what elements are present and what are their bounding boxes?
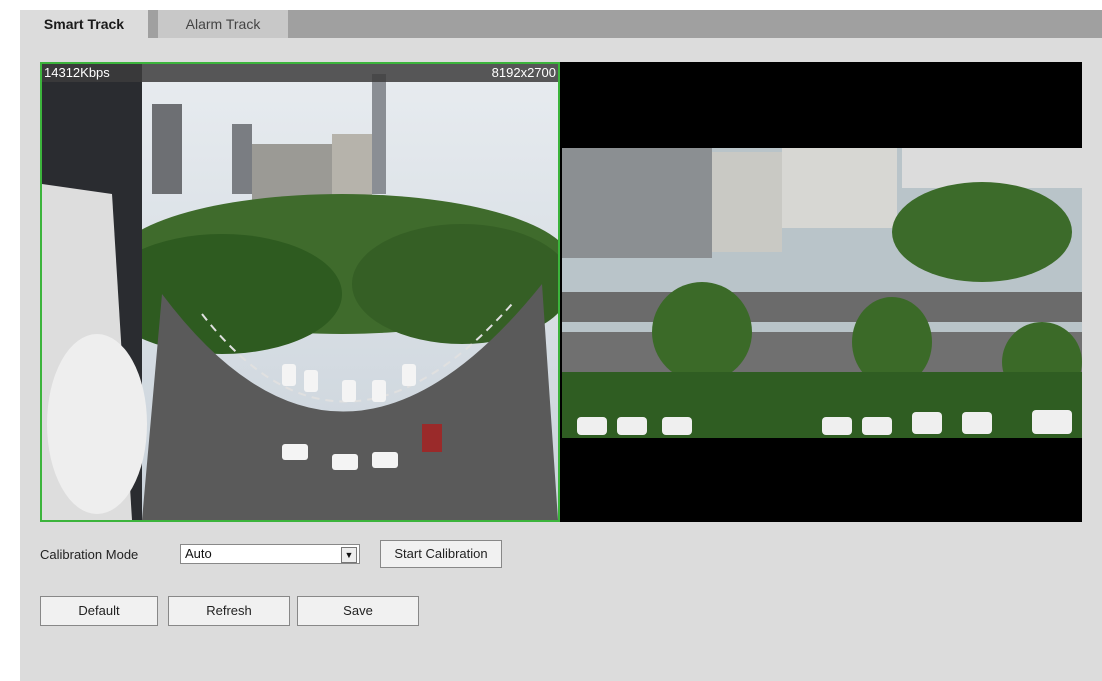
detail-view[interactable] [562, 62, 1082, 522]
smart-track-panel: Smart Track Alarm Track 14312Kbps 8192x2… [20, 10, 1102, 681]
video-area: 14312Kbps 8192x2700 [40, 62, 1082, 522]
tab-bar: Smart Track Alarm Track [20, 10, 1102, 38]
panoramic-view[interactable]: 14312Kbps 8192x2700 [40, 62, 560, 522]
calibration-mode-label: Calibration Mode [40, 547, 139, 562]
tab-alarm-track[interactable]: Alarm Track [158, 10, 288, 38]
refresh-button[interactable]: Refresh [168, 596, 290, 626]
calibration-mode-select[interactable]: Auto ▼ [180, 544, 360, 564]
bitrate-text: 14312Kbps [44, 65, 110, 80]
default-button[interactable]: Default [40, 596, 158, 626]
video-osd: 14312Kbps 8192x2700 [42, 64, 558, 82]
start-calibration-button[interactable]: Start Calibration [380, 540, 502, 568]
chevron-down-icon[interactable]: ▼ [341, 547, 357, 563]
panoramic-scene [42, 64, 558, 520]
tab-smart-track[interactable]: Smart Track [20, 10, 148, 38]
save-button[interactable]: Save [297, 596, 419, 626]
calibration-mode-value: Auto [185, 546, 212, 561]
detail-scene [562, 62, 1082, 522]
resolution-text: 8192x2700 [491, 65, 556, 80]
